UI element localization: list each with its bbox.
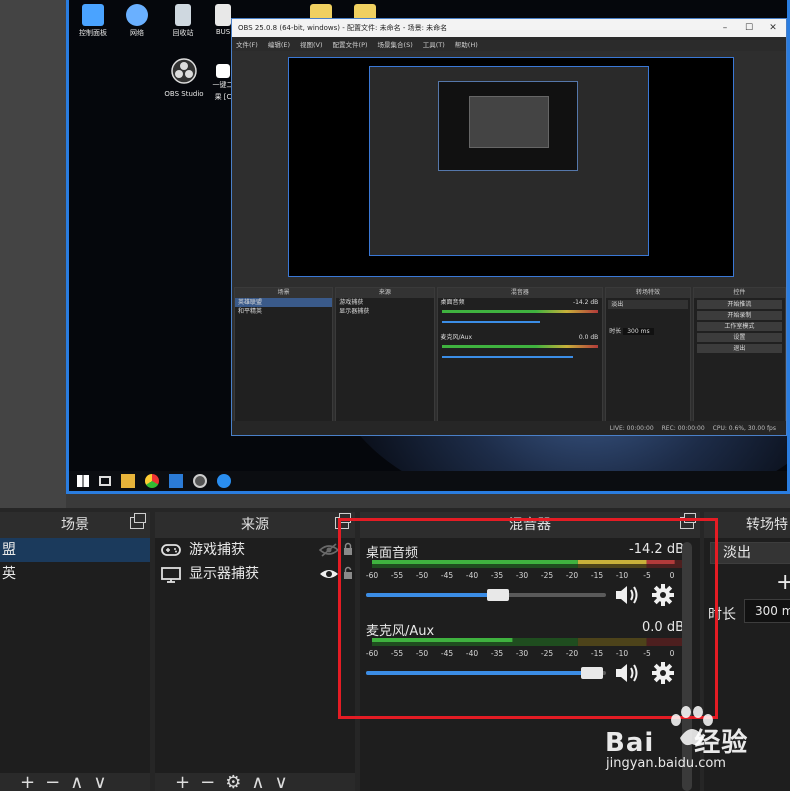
network-icon [126,4,148,26]
baidu-watermark-url: jingyan.baidu.com [606,756,726,771]
eye-hidden-icon[interactable] [319,542,339,558]
recursive-preview [369,66,649,256]
nested-obs-window: OBS 25.0.8 (64-bit, windows) - 配置文件: 未命名… [231,18,787,436]
maximize-icon: ☐ [744,23,754,33]
move-source-up-button[interactable]: ∧ [251,772,264,791]
nested-meter [441,310,599,313]
nested-preview [288,57,734,277]
nested-meter [441,345,599,348]
nested-slider [441,321,541,323]
desktop-icon-recycle-bin: 回收站 [163,4,203,38]
nested-controls-panel: 控件 开始推流 开始录制 工作室模式 设置 退出 [692,287,786,423]
remove-source-button[interactable]: − [200,772,215,791]
close-icon: ✕ [769,23,777,33]
mixer-highlight-box [338,518,718,719]
sources-dock-header: 来源 [155,512,355,538]
app-icon [216,64,230,78]
preview-canvas[interactable]: 控制面板 网络 回收站 BUS OBS Studio 一键二 果 [C OBS … [66,0,790,494]
nested-window-title: OBS 25.0.8 (64-bit, windows) - 配置文件: 未命名… [238,24,448,32]
move-scene-down-button[interactable]: ∨ [93,772,106,791]
scenes-dock: 场景 盟 英 + − ∧ ∨ [0,512,150,791]
add-source-button[interactable]: + [175,772,190,791]
nested-scenes-panel: 场景 英雄联盟 和平精英 [234,287,334,423]
obs-logo-icon [171,58,197,84]
eye-icon[interactable] [319,566,339,582]
recycle-bin-icon [175,4,191,26]
file-icon [215,4,231,26]
add-scene-button[interactable]: + [20,772,35,791]
baidu-watermark-brand: Bai 经验 [605,728,749,758]
scene-item[interactable]: 盟 [0,538,150,562]
sources-dock-title: 来源 [241,517,269,533]
desktop-icon-network: 网络 [117,4,157,38]
desktop-icon-obs: OBS Studio [159,58,209,98]
preview-left-margin [0,0,66,508]
task-view-icon[interactable] [99,476,111,486]
chrome-icon[interactable] [145,474,159,488]
recursive-preview-deep [438,81,578,171]
scene-item[interactable]: 英 [0,562,150,586]
minimize-icon: – [722,23,728,33]
scenes-dock-toolbar: + − ∧ ∨ [0,772,150,791]
monitor-icon [161,567,181,583]
move-scene-up-button[interactable]: ∧ [70,772,83,791]
nested-transitions-panel: 转场特效 淡出 时长 300 ms [605,287,691,423]
desktop-icon-control-panel: 控制面板 [73,4,113,38]
move-source-down-button[interactable]: ∨ [275,772,288,791]
obs-taskbar-icon[interactable] [193,474,207,488]
edge-icon[interactable] [217,474,231,488]
nested-status-bar: LIVE: 00:00:00 REC: 00:00:00 CPU: 0.6%, … [232,421,786,435]
file-explorer-icon[interactable] [121,474,135,488]
nested-docks: 场景 英雄联盟 和平精英 来源 游戏捕获 显示器捕获 混音器 桌面音频 -14.… [232,287,787,423]
nested-menu-help: 帮助(H) [454,41,478,49]
nested-menu-profile: 配置文件(P) [332,41,368,49]
remove-scene-button[interactable]: − [45,772,60,791]
nested-title-bar: OBS 25.0.8 (64-bit, windows) - 配置文件: 未命名… [232,19,786,37]
source-properties-button[interactable]: ⚙ [225,772,241,791]
duration-input[interactable]: 300 m [744,599,790,623]
nested-menu-bar: 文件(F) 编辑(E) 视图(V) 配置文件(P) 场景集合(S) 工具(T) … [232,37,786,51]
source-label: 游戏捕获 [189,542,245,558]
nested-menu-tools: 工具(T) [422,41,445,49]
nested-sources-panel: 来源 游戏捕获 显示器捕获 [335,287,435,423]
nested-mixer-panel: 混音器 桌面音频 -14.2 dB 麦克风/Aux 0.0 dB [436,287,604,423]
nested-menu-edit: 编辑(E) [267,41,290,49]
control-panel-icon [82,4,104,26]
sources-dock-toolbar: + − ⚙ ∧ ∨ [155,772,355,791]
obs-screenshot: 控制面板 网络 回收站 BUS OBS Studio 一键二 果 [C OBS … [0,0,790,791]
source-item-game-capture[interactable]: 游戏捕获 [155,538,355,562]
source-label: 显示器捕获 [189,566,259,582]
nested-slider [441,356,574,358]
add-transition-button[interactable]: + [776,570,790,595]
nested-menu-file: 文件(F) [236,41,258,49]
scenes-dock-header: 场景 [0,512,150,538]
source-item-display-capture[interactable]: 显示器捕获 [155,562,355,586]
sources-dock: 来源 游戏捕获 显示器捕获 + − ⚙ ∧ ∨ [155,512,355,791]
windows-start-icon[interactable] [77,475,89,487]
recursive-preview-deeper [469,96,549,148]
nested-menu-view: 视图(V) [300,41,323,49]
store-icon[interactable] [169,474,183,488]
transition-select[interactable]: 淡出 [710,542,790,564]
scenes-dock-title: 场景 [61,517,89,533]
nested-menu-scene-collection: 场景集合(S) [377,41,413,49]
undock-icon[interactable] [130,513,146,529]
windows-taskbar [69,471,787,491]
transitions-dock-title: 转场特 [746,517,788,533]
gamepad-icon [161,544,181,556]
